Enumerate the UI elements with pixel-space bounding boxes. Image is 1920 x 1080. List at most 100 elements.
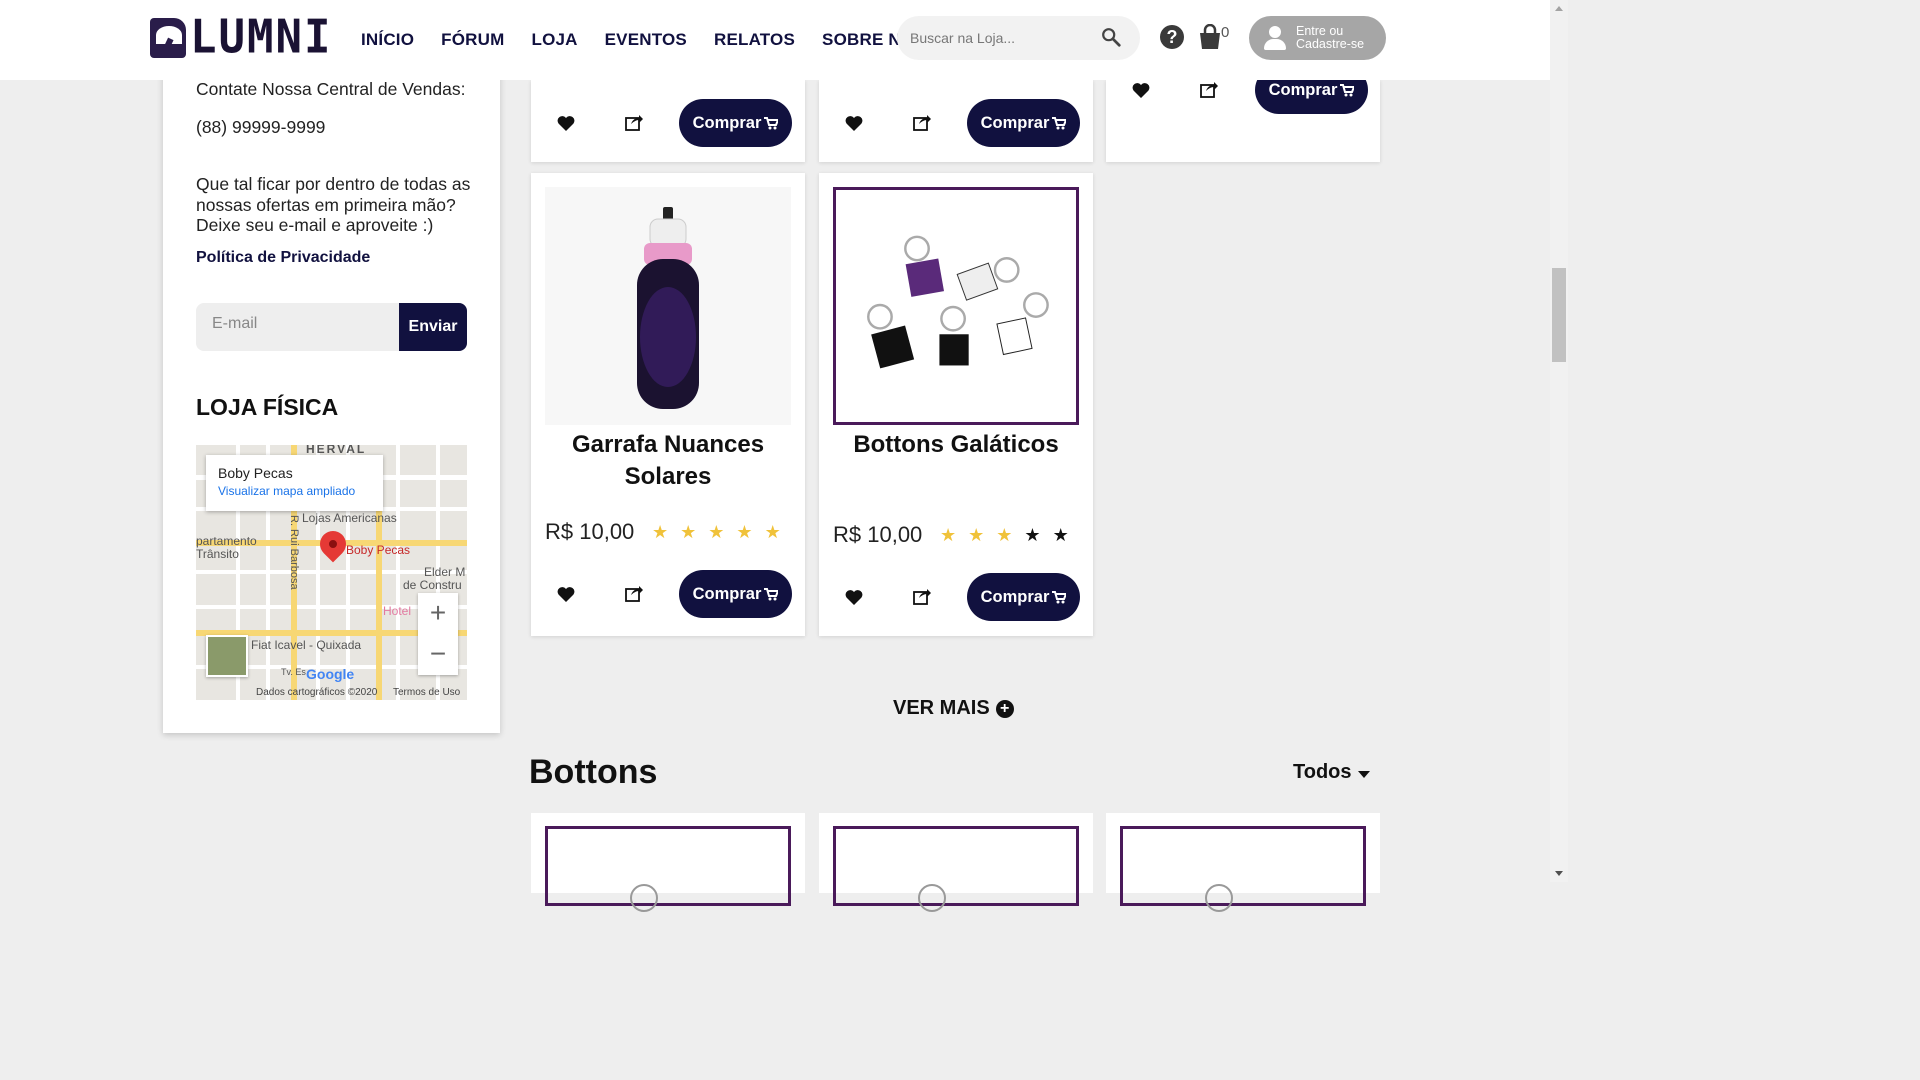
share-icon[interactable] xyxy=(913,113,931,131)
map-label-fiat: Fiat Icavel - Quixada xyxy=(251,638,362,652)
scroll-thumb[interactable] xyxy=(1552,268,1566,362)
buy-button[interactable]: Comprar xyxy=(679,99,792,147)
login-button[interactable]: Entre ou Cadastre-se xyxy=(1249,16,1386,60)
section-title: Bottons xyxy=(529,753,658,791)
site-header: LUMNI INÍCIO FÓRUM LOJA EVENTOS RELATOS … xyxy=(0,0,1550,80)
product-card[interactable] xyxy=(1106,813,1380,912)
satellite-toggle[interactable] xyxy=(206,635,248,677)
privacy-policy-link[interactable]: Política de Privacidade xyxy=(196,249,370,267)
keyring-image xyxy=(918,884,946,912)
card-actions: Comprar xyxy=(819,99,1093,147)
product-card: Comprar xyxy=(1106,66,1380,162)
shopping-bag-icon[interactable] xyxy=(1198,24,1222,50)
zoom-in-button[interactable]: + xyxy=(418,593,458,634)
login-label-line1: Entre ou xyxy=(1296,24,1344,38)
search-input[interactable] xyxy=(910,30,1090,46)
star-icon: ★ xyxy=(652,522,669,542)
product-price: R$ 10,00 xyxy=(833,522,923,547)
sidebar: Contate Nossa Central de Vendas: (88) 99… xyxy=(163,60,500,733)
keyring-image xyxy=(630,884,658,912)
see-more-button[interactable]: VER MAIS + xyxy=(893,697,1014,720)
help-icon[interactable]: ? xyxy=(1160,25,1184,49)
cart-icon xyxy=(764,587,779,600)
page-scrollbar[interactable] xyxy=(1550,0,1568,882)
search-icon[interactable] xyxy=(1100,26,1122,48)
heart-icon[interactable] xyxy=(557,586,575,602)
star-icon: ★ xyxy=(680,522,697,542)
store-title: LOJA FÍSICA xyxy=(196,394,339,420)
keyring-image xyxy=(1205,884,1233,912)
product-card-garrafa[interactable]: Garrafa Nuances Solares R$ 10,00 ★ ★ ★ ★ ★ C… xyxy=(531,173,805,636)
product-image-frame xyxy=(1120,826,1366,912)
product-card[interactable] xyxy=(531,813,805,912)
map-place-name: Boby Pecas xyxy=(218,465,293,481)
newsletter-text-2: nossas ofertas em primeira mão? xyxy=(196,195,456,215)
nav-loja[interactable]: LOJA xyxy=(531,30,577,50)
card-actions: Comprar xyxy=(531,99,805,147)
share-icon[interactable] xyxy=(913,587,931,605)
heart-icon[interactable] xyxy=(845,115,863,131)
star-icon: ★ xyxy=(736,522,753,542)
heart-icon[interactable] xyxy=(845,589,863,605)
zoom-out-button[interactable]: − xyxy=(418,634,458,675)
scroll-up-arrow-icon[interactable] xyxy=(1555,6,1563,11)
share-icon[interactable] xyxy=(625,113,643,131)
map-label-hotel: Hotel xyxy=(383,604,412,618)
main-nav: INÍCIO FÓRUM LOJA EVENTOS RELATOS SOBRE … xyxy=(361,30,953,50)
star-icon: ★ xyxy=(764,522,781,542)
heart-icon[interactable] xyxy=(1132,82,1150,98)
send-button[interactable]: Enviar xyxy=(399,303,467,351)
heart-icon[interactable] xyxy=(557,115,575,131)
contact-phone: (88) 99999-9999 xyxy=(196,117,326,137)
scroll-down-arrow-icon[interactable] xyxy=(1555,871,1563,876)
buy-label: Comprar xyxy=(980,113,1050,132)
newsletter-form: Enviar xyxy=(196,303,467,351)
newsletter-text-1: Que tal ficar por dentro de todas as xyxy=(196,174,471,194)
map-terms-link[interactable]: Termos de Uso xyxy=(393,687,460,698)
cart-icon xyxy=(1052,116,1067,129)
share-icon[interactable] xyxy=(625,584,643,602)
email-field[interactable] xyxy=(212,315,392,333)
map-enlarge-link[interactable]: Visualizar mapa ampliado xyxy=(218,484,371,498)
map-label-boby-pecas: Boby Pecas xyxy=(346,543,411,557)
nav-forum[interactable]: FÓRUM xyxy=(441,30,504,50)
map-label-street: R. Rui Barbosa xyxy=(288,515,300,590)
product-card[interactable] xyxy=(819,813,1093,912)
cart-count: 0 xyxy=(1221,24,1230,41)
star-icon: ★ xyxy=(996,525,1013,545)
login-label-line2: Cadastre-se xyxy=(1296,37,1365,51)
product-image-bottle[interactable] xyxy=(545,187,791,425)
buy-button[interactable]: Comprar xyxy=(967,573,1080,621)
category-filter-dropdown[interactable]: Todos xyxy=(1293,761,1370,784)
product-image-keychains[interactable] xyxy=(833,187,1079,425)
nav-inicio[interactable]: INÍCIO xyxy=(361,30,414,50)
logo-text: LUMNI xyxy=(190,10,333,65)
rating-stars: ★ ★ ★ ★ ★ xyxy=(652,522,781,543)
card-actions: Comprar xyxy=(819,573,1093,621)
buy-button[interactable]: Comprar xyxy=(967,99,1080,147)
product-name-line1: Bottons Galáticos xyxy=(853,431,1059,458)
product-price: R$ 10,00 xyxy=(545,519,635,544)
plus-circle-icon: + xyxy=(995,699,1014,718)
star-icon: ★ xyxy=(708,522,725,542)
nav-eventos[interactable]: EVENTOS xyxy=(605,30,687,50)
map-label-construcao: de Constru xyxy=(403,578,462,592)
product-image-frame xyxy=(833,826,1079,912)
contact-title: Contate Nossa Central de Vendas: xyxy=(196,79,466,99)
share-icon[interactable] xyxy=(1200,80,1218,98)
caret-down-icon xyxy=(1357,770,1370,778)
map-label-transito: Trânsito xyxy=(196,547,239,561)
google-logo: Google xyxy=(306,666,354,682)
map-label-elder: Elder M xyxy=(424,565,466,579)
product-card-bottons[interactable]: Bottons Galáticos R$ 10,00 ★ ★ ★ ★ ★ Comprar xyxy=(819,173,1093,636)
lumni-logo[interactable]: LUMNI xyxy=(150,10,333,65)
filter-label: Todos xyxy=(1293,761,1352,783)
store-map[interactable]: HERVAL Lojas Americanas R. Rui Barbosa B… xyxy=(196,445,467,700)
map-place-card: Boby Pecas Visualizar mapa ampliado xyxy=(206,455,383,511)
buy-label: Comprar xyxy=(1268,80,1338,99)
product-card: Comprar xyxy=(531,80,805,162)
nav-relatos[interactable]: RELATOS xyxy=(714,30,795,50)
store-search xyxy=(897,16,1140,60)
star-icon: ★ xyxy=(968,525,985,545)
buy-button[interactable]: Comprar xyxy=(679,570,792,618)
